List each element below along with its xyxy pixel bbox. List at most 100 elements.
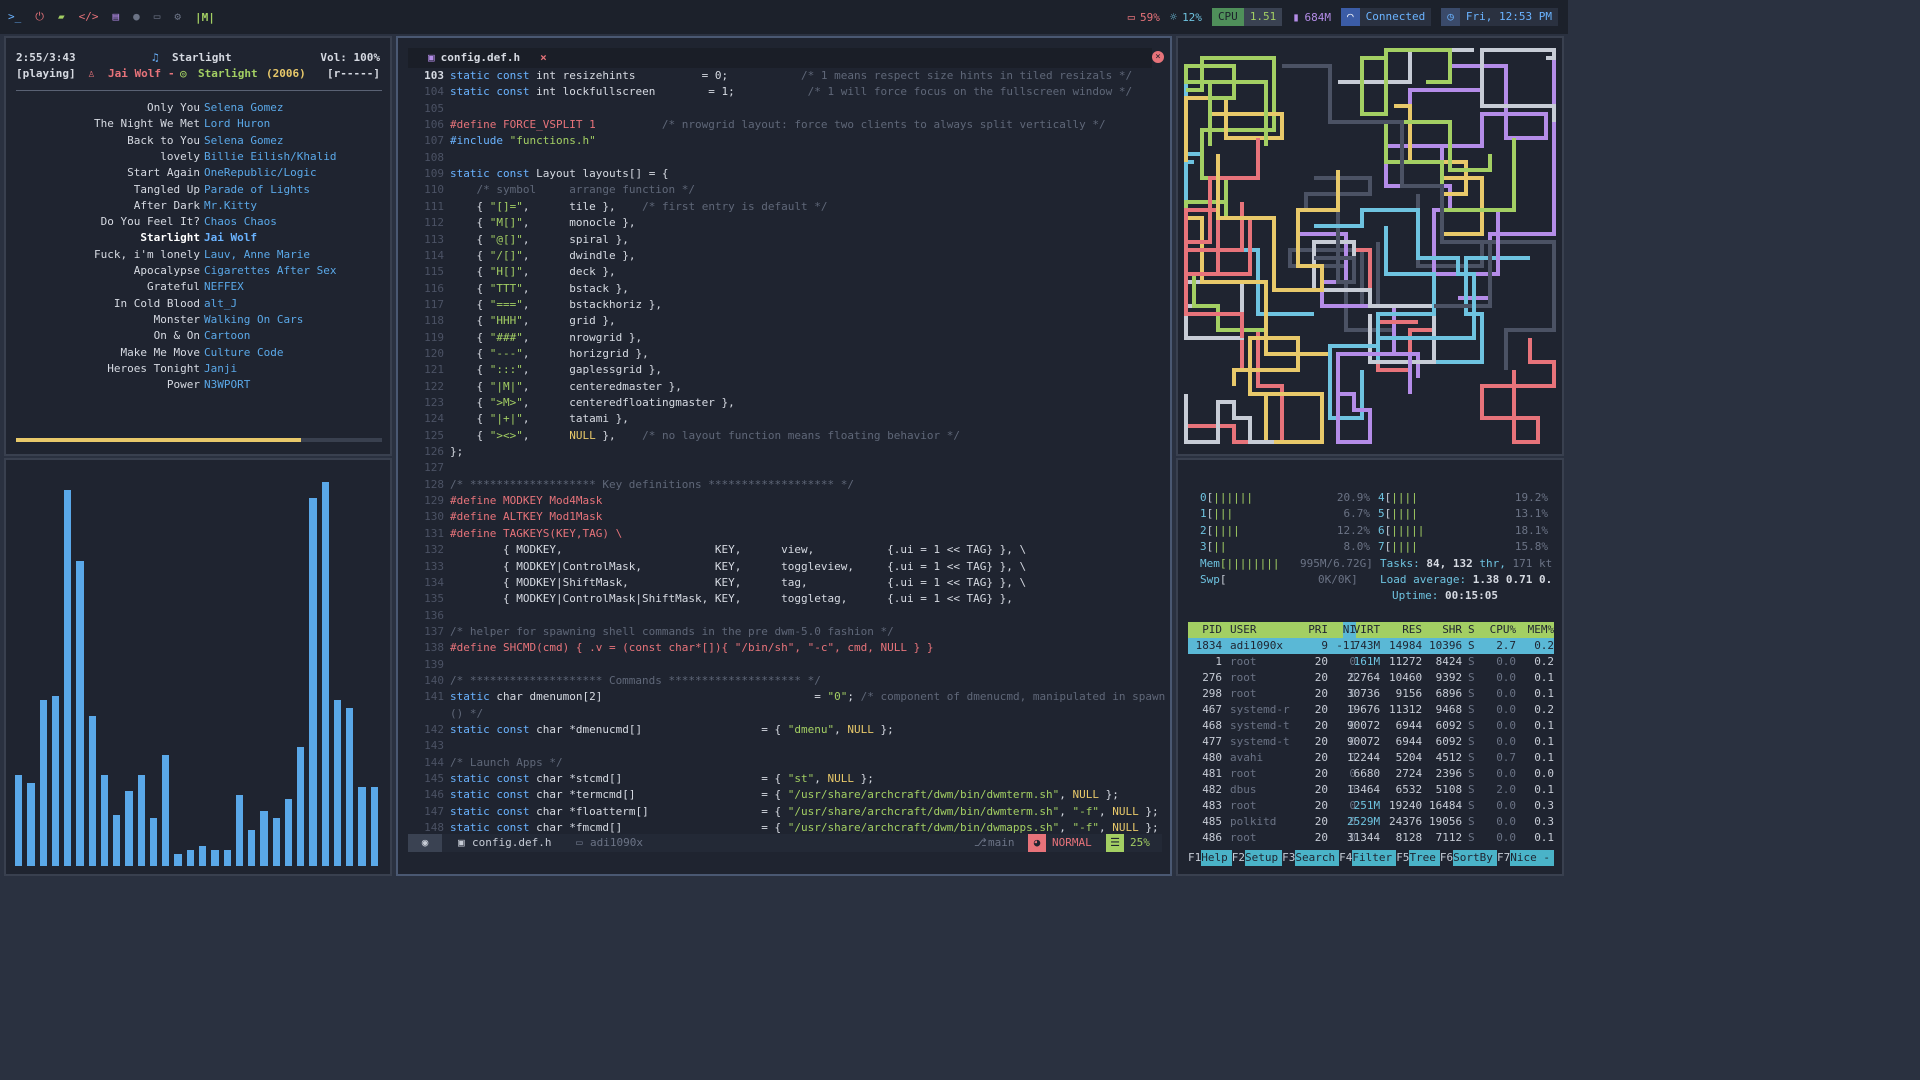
code-line[interactable]: { "@[]", spiral },	[450, 232, 628, 248]
folder-icon[interactable]: ▰	[58, 0, 65, 34]
fkey-f7[interactable]: F7	[1497, 850, 1510, 866]
code-line[interactable]: static const char *stcmd[] = { "st", NUL…	[450, 771, 874, 787]
code-line[interactable]: { "HHH", grid },	[450, 313, 615, 329]
playlist-item[interactable]: Fuck, i'm lonely Lauv, Anne Marie	[6, 247, 386, 263]
process-row[interactable]: 468 systemd-t 20 0 90072 6944 6092 S 0.0 0.1	[1188, 718, 1554, 734]
code-line[interactable]: static const int lockfullscreen = 1; /* …	[450, 84, 1132, 100]
code-line[interactable]: { MODKEY|ControlMask|ShiftMask, KEY, tog…	[450, 591, 1013, 607]
code-line[interactable]: { ":::", gaplessgrid },	[450, 362, 661, 378]
playlist-item[interactable]: After Dark Mr.Kitty	[6, 198, 386, 214]
code-icon[interactable]: </>	[79, 0, 99, 34]
fkey-label[interactable]: Help	[1201, 850, 1232, 866]
playlist-item[interactable]: Tangled Up Parade of Lights	[6, 182, 386, 198]
code-line[interactable]: static const char *termcmd[] = { "/usr/s…	[450, 787, 1119, 803]
code-line[interactable]: /* Launch Apps */	[450, 755, 563, 771]
code-line[interactable]: { "/[]", dwindle },	[450, 248, 635, 264]
process-row[interactable]: 276 root 20 0 22764 10460 9392 S 0.0 0.1	[1188, 670, 1554, 686]
code-line[interactable]: #define TAGKEYS(KEY,TAG) \	[450, 526, 622, 542]
playlist-item[interactable]: Power N3WPORT	[6, 377, 386, 393]
column-header-user[interactable]: USER	[1230, 622, 1257, 638]
close-buffer-icon[interactable]: ×	[1152, 51, 1164, 63]
code-line[interactable]: static char dmenumon[2] = "0"; /* compon…	[450, 689, 1165, 705]
playlist-item[interactable]: The Night We Met Lord Huron	[6, 116, 386, 132]
playlist-item[interactable]: Apocalypse Cigarettes After Sex	[6, 263, 386, 279]
code-line[interactable]: { "[]=", tile }, /* first entry is defau…	[450, 199, 827, 215]
playlist-item[interactable]: Only You Selena Gomez	[6, 100, 386, 116]
column-header-cpu[interactable]: CPU%	[1490, 622, 1517, 638]
playlist-item[interactable]: lovely Billie Eilish/Khalid	[6, 149, 386, 165]
code-line[interactable]: { "===", bstackhoriz },	[450, 297, 661, 313]
book-icon[interactable]: ▤	[112, 0, 119, 34]
playlist-item[interactable]: On & On Cartoon	[6, 328, 386, 344]
playlist-item[interactable]: Make Me Move Culture Code	[6, 345, 386, 361]
playlist-item[interactable]: Back to You Selena Gomez	[6, 133, 386, 149]
fkey-label[interactable]: Filter	[1352, 850, 1397, 866]
process-row[interactable]: 483 root 20 0 251M 19240 16484 S 0.0 0.3	[1188, 798, 1554, 814]
code-line[interactable]: #define MODKEY Mod4Mask	[450, 493, 602, 509]
column-header-shr[interactable]: SHR	[1442, 622, 1462, 638]
terminal-icon[interactable]: >_	[8, 0, 21, 34]
clock-module[interactable]: ◷ Fri, 12:53 PM	[1441, 8, 1558, 26]
tab-close-icon[interactable]: ×	[540, 48, 547, 68]
fkey-label[interactable]: SortBy	[1453, 850, 1497, 866]
column-header-virt[interactable]: VIRT	[1354, 622, 1381, 638]
process-row[interactable]: 467 systemd-r 20 0 19676 11312 9468 S 0.0 0.2	[1188, 702, 1554, 718]
fkey-f5[interactable]: F5	[1396, 850, 1409, 866]
code-line[interactable]: /* symbol arrange function */	[450, 182, 696, 198]
code-line[interactable]: { "M[]", monocle },	[450, 215, 635, 231]
process-row[interactable]: 482 dbus 20 0 13464 6532 5108 S 2.0 0.1	[1188, 782, 1554, 798]
playlist-item[interactable]: Start Again OneRepublic/Logic	[6, 165, 386, 181]
code-line[interactable]: static const int resizehints = 0; /* 1 m…	[450, 68, 1132, 84]
code-line[interactable]: { MODKEY|ControlMask, KEY, toggleview, {…	[450, 559, 1026, 575]
code-line[interactable]: #include "functions.h"	[450, 133, 596, 149]
playlist-item[interactable]: Grateful NEFFEX	[6, 279, 386, 295]
code-line[interactable]: { "|M|", centeredmaster },	[450, 379, 681, 395]
column-header-pid[interactable]: PID	[1202, 622, 1222, 638]
fkey-f3[interactable]: F3	[1282, 850, 1295, 866]
fkey-f6[interactable]: F6	[1440, 850, 1453, 866]
process-row[interactable]: 1834 adi1090x 9 -11 743M 14984 10396 S 2.7 0.2	[1188, 638, 1554, 654]
code-line[interactable]: { MODKEY, KEY, view, {.ui = 1 << TAG} },…	[450, 542, 1026, 558]
network-module[interactable]: ◠ Connected	[1341, 8, 1432, 26]
process-row[interactable]: 486 root 20 0 31344 8128 7112 S 0.0 0.1	[1188, 830, 1554, 846]
column-header-s[interactable]: S	[1468, 622, 1475, 638]
chat-icon[interactable]: ●	[133, 0, 140, 34]
tab-config-def-h[interactable]: ▣ config.def.h ×	[428, 48, 547, 68]
fkey-f1[interactable]: F1	[1188, 850, 1201, 866]
progress-bar[interactable]	[16, 438, 382, 442]
fkey-label[interactable]: Search	[1295, 850, 1340, 866]
code-line[interactable]: { "---", horizgrid },	[450, 346, 648, 362]
code-line[interactable]: static const char *dmenucmd[] = { "dmenu…	[450, 722, 894, 738]
code-line[interactable]: { "###", nrowgrid },	[450, 330, 642, 346]
column-header-mem[interactable]: MEM%	[1528, 622, 1555, 638]
column-header-pri[interactable]: PRI	[1308, 622, 1328, 638]
code-line[interactable]: { "><>", NULL }, /* no layout function m…	[450, 428, 960, 444]
code-line[interactable]: static const char *floatterm[] = { "/usr…	[450, 804, 1159, 820]
code-line[interactable]: { ">M>", centeredfloatingmaster },	[450, 395, 734, 411]
power-icon[interactable]: ⏻	[35, 0, 44, 34]
code-line[interactable]: };	[450, 444, 463, 460]
process-row[interactable]: 480 avahi 20 0 12244 5204 4512 S 0.7 0.1	[1188, 750, 1554, 766]
code-line[interactable]: { "TTT", bstack },	[450, 281, 628, 297]
code-line[interactable]: () */	[450, 706, 483, 722]
playlist-item[interactable]: Monster Walking On Cars	[6, 312, 386, 328]
process-row[interactable]: 477 systemd-t 20 0 90072 6944 6092 S 0.0 0.1	[1188, 734, 1554, 750]
playlist-item[interactable]: Do You Feel It? Chaos Chaos	[6, 214, 386, 230]
fkey-f2[interactable]: F2	[1232, 850, 1245, 866]
mail-icon[interactable]: ▭	[154, 0, 161, 34]
layout-symbol[interactable]: |M|	[195, 11, 215, 24]
code-line[interactable]: { MODKEY|ShiftMask, KEY, tag, {.ui = 1 <…	[450, 575, 1026, 591]
code-line[interactable]: /* helper for spawning shell commands in…	[450, 624, 894, 640]
fkey-label[interactable]: Tree	[1409, 850, 1440, 866]
code-line[interactable]: /* ******************** Commands *******…	[450, 673, 821, 689]
playlist-item[interactable]: Starlight Jai Wolf	[6, 230, 386, 246]
code-line[interactable]: { "H[]", deck },	[450, 264, 615, 280]
code-line[interactable]: static const Layout layouts[] = {	[450, 166, 669, 182]
gear-icon[interactable]: ⚙	[174, 0, 181, 34]
fkey-f4[interactable]: F4	[1339, 850, 1352, 866]
process-row[interactable]: 485 polkitd 20 0 2529M 24376 19056 S 0.0 0.3	[1188, 814, 1554, 830]
code-line[interactable]: #define FORCE_VSPLIT 1 /* nrowgrid layou…	[450, 117, 1106, 133]
process-row[interactable]: 1 root 20 0 161M 11272 8424 S 0.0 0.2	[1188, 654, 1554, 670]
process-table[interactable]: PID USER PRI NI VIRT RES SHR S CPU% MEM% 1834 adi10…	[1188, 622, 1554, 846]
code-line[interactable]: { "|+|", tatami },	[450, 411, 628, 427]
